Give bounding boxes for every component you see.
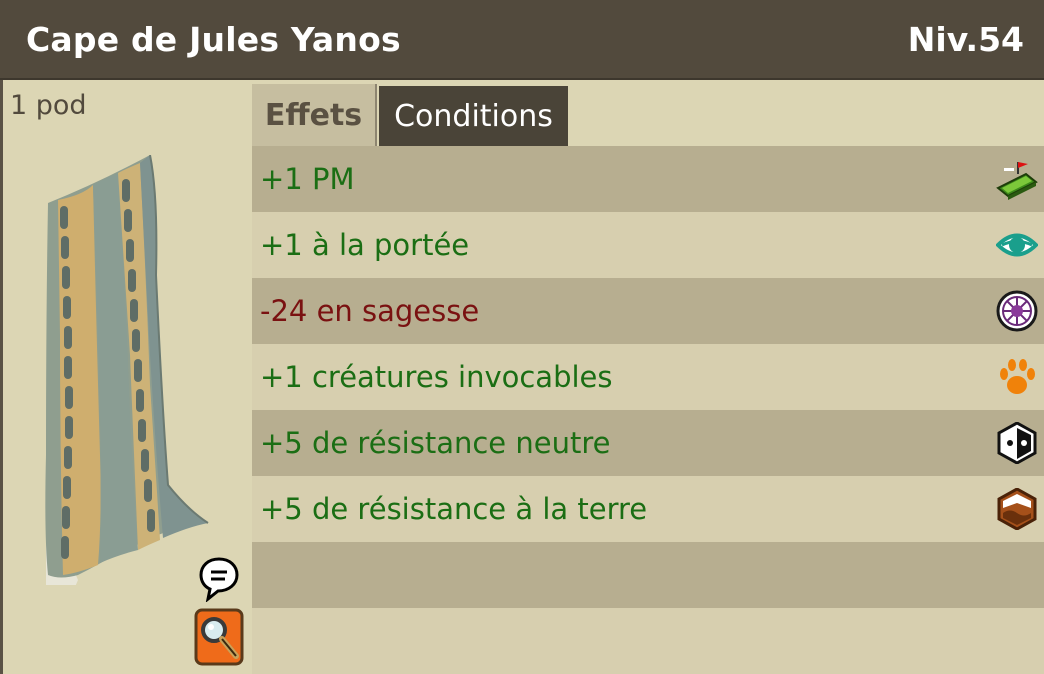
tab-conditions[interactable]: Conditions <box>379 86 568 146</box>
effect-text: +1 à la portée <box>260 228 470 262</box>
neutral-resistance-icon <box>997 422 1037 464</box>
effect-row: +5 de résistance neutre <box>252 410 1044 476</box>
item-level: Niv.54 <box>907 20 1024 59</box>
movement-points-icon <box>996 162 1038 200</box>
item-weight: 1 pod <box>10 90 87 121</box>
tab-effects[interactable]: Effets <box>252 84 377 146</box>
effect-text: -24 en sagesse <box>260 294 480 328</box>
effect-text: +1 PM <box>260 162 355 196</box>
empty-effect-row <box>252 542 1044 608</box>
effect-text: +5 de résistance neutre <box>260 426 611 460</box>
effect-row: +1 créatures invocables <box>252 344 1044 410</box>
tab-bar: Effets Conditions <box>252 80 1044 146</box>
wisdom-icon <box>996 290 1038 332</box>
effect-text: +1 créatures invocables <box>260 360 613 394</box>
item-header: Cape de Jules Yanos Niv.54 <box>0 0 1044 80</box>
tab-effects-label: Effets <box>264 97 363 133</box>
panel-border <box>0 80 3 674</box>
effect-row: -24 en sagesse <box>252 278 1044 344</box>
effects-list: +1 PM +1 à la portée -24 en sagesse +1 c… <box>252 146 1044 674</box>
tab-conditions-label: Conditions <box>394 98 553 134</box>
effect-text: +5 de résistance à la terre <box>260 492 648 526</box>
earth-resistance-icon <box>997 488 1037 530</box>
effect-row: +5 de résistance à la terre <box>252 476 1044 542</box>
inspect-button[interactable] <box>194 608 244 666</box>
effect-row: +1 PM <box>252 146 1044 212</box>
item-preview-panel: 1 pod <box>0 80 252 674</box>
effect-row: +1 à la portée <box>252 212 1044 278</box>
cape-image <box>45 155 209 585</box>
empty-effect-row <box>252 608 1044 674</box>
range-eye-icon <box>996 233 1038 257</box>
summon-paw-icon <box>1000 359 1035 394</box>
item-name: Cape de Jules Yanos <box>26 20 401 59</box>
chat-icon[interactable] <box>198 556 240 602</box>
